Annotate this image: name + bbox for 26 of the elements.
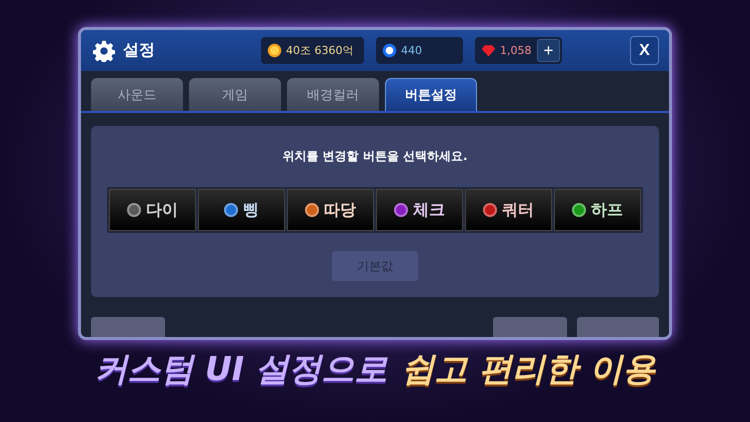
action-button[interactable]: 하프: [554, 189, 641, 232]
chip-icon: [382, 43, 397, 58]
currency-value: 1,058: [500, 44, 532, 58]
close-button[interactable]: X: [630, 36, 659, 66]
currency-value: 440: [401, 44, 422, 58]
footer-button[interactable]: [577, 317, 659, 337]
tab[interactable]: 사운드: [91, 78, 183, 112]
tab[interactable]: 게임: [189, 78, 281, 112]
action-button[interactable]: 체크: [376, 189, 463, 232]
caption-highlight: 쉽고 편리한 이용: [402, 348, 656, 390]
add-gem-button[interactable]: +: [537, 39, 560, 62]
window-title: 설정: [123, 40, 155, 62]
footer-button[interactable]: [91, 317, 165, 337]
currency-value: 40조 6360억: [286, 43, 354, 58]
caption-text: 커스텀 UI 설정으로: [94, 348, 388, 390]
action-button[interactable]: 쿼터: [465, 189, 552, 232]
action-button[interactable]: 따당: [287, 189, 374, 232]
settings-icon: [93, 40, 115, 62]
footer-button[interactable]: [493, 317, 567, 337]
action-button[interactable]: 삥: [198, 189, 285, 232]
instruction-text: 위치를 변경할 버튼을 선택하세요.: [282, 148, 468, 166]
action-button[interactable]: 다이: [109, 189, 196, 232]
tab[interactable]: 배경컬러: [287, 78, 379, 112]
coin-icon: [267, 43, 282, 58]
tab[interactable]: 버튼설정: [385, 78, 477, 112]
gem-icon: [481, 43, 496, 58]
